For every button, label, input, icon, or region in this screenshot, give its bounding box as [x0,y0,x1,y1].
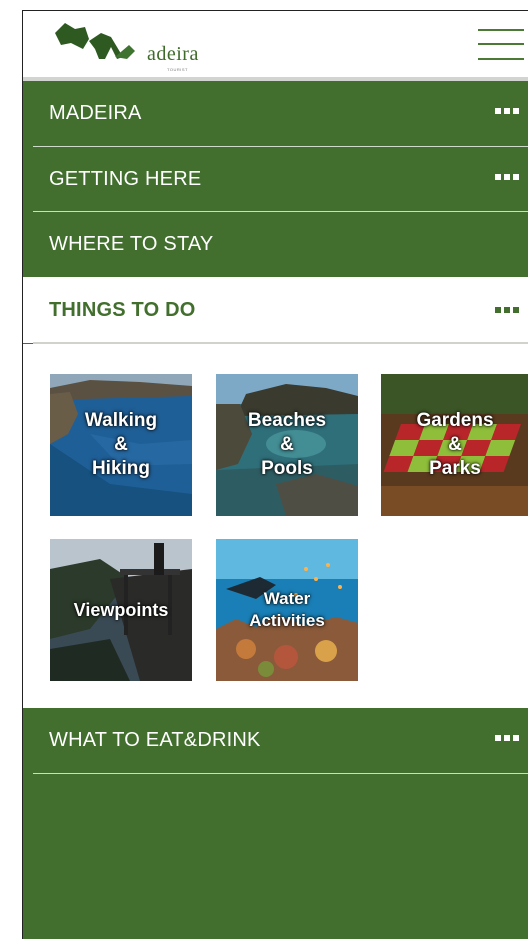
activity-label: Walking & Hiking [84,410,158,479]
hamburger-menu-icon[interactable] [478,27,524,63]
more-dots-icon[interactable] [495,734,525,742]
more-dots-icon[interactable] [495,306,525,314]
menu-item-madeira[interactable]: MADEIRA [23,81,528,145]
menu-item-label: WHERE TO STAY [49,233,214,255]
activity-label: Beaches & Pools [247,410,327,479]
menu-item-things-to-do[interactable]: THINGS TO DO [23,277,528,343]
app-screen: adeira TOURIST MADEIRA GETTING HERE WHER… [22,10,528,939]
activity-label: Viewpoints [73,600,169,620]
menu-item-label: GETTING HERE [49,168,202,190]
menu-item-getting-here[interactable]: GETTING HERE [23,147,528,211]
logo-text: adeira [147,43,199,65]
menu-item-label: MADEIRA [49,102,142,124]
activity-tile-viewpoints[interactable]: Viewpoints [50,539,192,681]
menu-divider [33,773,528,774]
menu-item-what-to-eat-drink[interactable]: WHAT TO EAT&DRINK [23,708,528,772]
menu-item-where-to-stay[interactable]: WHERE TO STAY [23,212,528,276]
menu-item-label: WHAT TO EAT&DRINK [49,729,261,751]
activity-tile-water-activities[interactable]: Water Activities [216,539,358,681]
activity-label: Water Activities [249,589,325,630]
more-dots-icon[interactable] [495,173,525,181]
madeira-logo[interactable]: adeira TOURIST [49,19,199,72]
menu-item-label: THINGS TO DO [49,299,196,321]
more-dots-icon[interactable] [495,107,525,115]
activity-tile-beaches-pools[interactable]: Beaches & Pools [216,374,358,516]
things-to-do-panel: Walking & Hiking Beaches & Pools Gardens… [23,344,528,708]
activity-label: Gardens & Parks [416,410,494,479]
logo-subtext: TOURIST [167,67,188,72]
activity-tile-gardens-parks[interactable]: Gardens & Parks [381,374,528,516]
activity-tile-walking-hiking[interactable]: Walking & Hiking [50,374,192,516]
header-bar: adeira TOURIST [23,11,528,81]
